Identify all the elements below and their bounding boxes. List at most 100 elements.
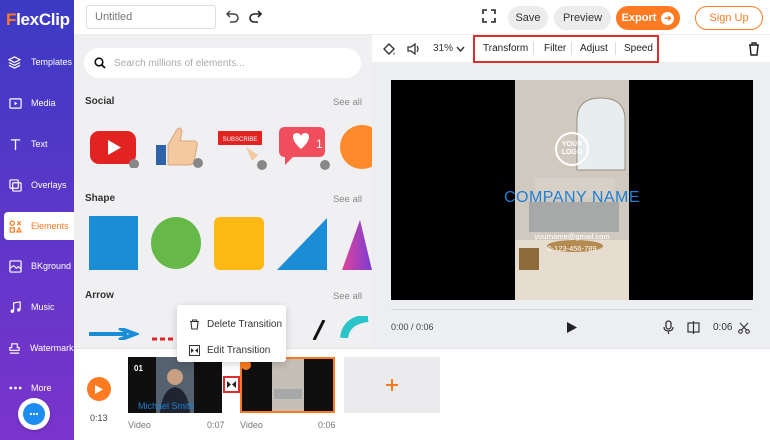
save-label: Save <box>515 12 541 24</box>
subscribe-text: SUBSCRIBE <box>223 137 258 143</box>
timeline-play-button[interactable] <box>87 377 111 401</box>
clip-2-duration: 0:06 <box>318 420 336 430</box>
sidebar-item-media[interactable]: Media <box>4 89 72 117</box>
split-icon[interactable] <box>687 321 700 337</box>
elements-icon <box>8 219 22 233</box>
filter-button[interactable]: Filter <box>544 43 566 54</box>
timeline-clip-1[interactable]: 01 Michael Smith <box>128 357 222 413</box>
background-icon <box>8 259 22 273</box>
volume-icon[interactable] <box>407 42 422 59</box>
preview-stage: YOUR LOGO COMPANY NAME yourname@gmail.co… <box>372 63 770 348</box>
sidebar-item-bkground[interactable]: BKground <box>4 252 72 280</box>
preview-label: Preview <box>562 12 603 24</box>
company-name-text[interactable]: COMPANY NAME <box>500 189 644 207</box>
top-bar: Save Preview Export ➜ Sign Up <box>74 0 770 35</box>
preview-button[interactable]: Preview <box>554 6 611 30</box>
scissors-icon[interactable] <box>738 322 750 337</box>
video-canvas[interactable]: YOUR LOGO COMPANY NAME yourname@gmail.co… <box>391 80 753 300</box>
elements-search-input[interactable]: Search millions of elements... <box>84 48 361 78</box>
fullscreen-icon[interactable] <box>482 9 496 23</box>
square-shape[interactable] <box>89 216 138 270</box>
player-controls: 0:00 / 0:06 0:06 <box>391 318 753 338</box>
music-icon <box>8 300 22 314</box>
sidebar-item-elements[interactable]: Elements <box>4 212 74 240</box>
fill-color-icon[interactable] <box>382 42 396 59</box>
play-icon <box>95 384 103 394</box>
undo-icon[interactable] <box>224 8 240 24</box>
sidebar-item-label: Watermark <box>30 343 74 353</box>
export-button[interactable]: Export ➜ <box>616 6 680 30</box>
play-icon[interactable] <box>566 321 578 337</box>
subscribe-element[interactable]: SUBSCRIBE <box>216 123 274 171</box>
triangle-shape[interactable] <box>277 218 327 270</box>
timeline-clip-2[interactable] <box>240 357 335 413</box>
arrow-right-icon: ➜ <box>661 11 675 25</box>
chevron-down-icon[interactable] <box>456 44 465 56</box>
flexclip-logo[interactable]: FlexClip <box>6 10 70 30</box>
clip-1-label: Video <box>128 420 151 430</box>
youtube-element[interactable] <box>89 128 139 169</box>
time-display: 0:00 / 0:06 <box>391 322 434 332</box>
add-clip-button[interactable] <box>344 357 440 413</box>
layers-icon <box>8 55 22 69</box>
save-button[interactable]: Save <box>508 6 548 30</box>
notification-heart-element[interactable]: 1 <box>277 125 332 171</box>
opacity-value[interactable]: 31% <box>433 43 453 54</box>
your-logo-badge[interactable]: YOUR LOGO <box>555 132 589 166</box>
logo-line-2: LOGO <box>561 149 583 156</box>
adjust-button[interactable]: Adjust <box>580 43 608 54</box>
clip-badge: 01 <box>134 364 143 373</box>
signup-button[interactable]: Sign Up <box>695 6 763 30</box>
project-title-input[interactable] <box>86 5 216 29</box>
microphone-icon[interactable] <box>663 320 674 338</box>
speed-button[interactable]: Speed <box>624 43 653 54</box>
email-text[interactable]: yourname@gmail.com <box>515 232 629 241</box>
divider <box>615 42 616 55</box>
divider <box>533 42 534 55</box>
rounded-square-shape[interactable] <box>214 217 264 270</box>
sidebar-item-label: Text <box>31 139 48 149</box>
dashed-arrow-element[interactable] <box>152 333 176 341</box>
edit-transition-item[interactable]: Edit Transition <box>189 342 270 358</box>
transform-button[interactable]: Transform <box>483 43 528 54</box>
gradient-triangle-shape[interactable] <box>340 220 372 270</box>
clip-caption: Michael Smith <box>138 401 195 411</box>
notification-count: 1 <box>316 137 323 151</box>
orange-circle-element[interactable] <box>340 125 372 169</box>
logo-line-1: YOUR <box>561 141 583 148</box>
see-all-shape-link[interactable]: See all <box>333 194 362 205</box>
see-all-arrow-link[interactable]: See all <box>333 291 362 302</box>
trash-icon[interactable] <box>748 42 760 59</box>
blue-arrow-element[interactable] <box>89 326 141 342</box>
circle-shape[interactable] <box>151 217 201 269</box>
transition-button[interactable] <box>223 376 240 393</box>
chat-button[interactable] <box>18 398 50 430</box>
sidebar-item-label: Overlays <box>31 180 67 190</box>
section-title-shape: Shape <box>85 193 116 204</box>
thumbs-up-element[interactable] <box>154 123 204 169</box>
progress-track[interactable] <box>391 309 753 310</box>
sidebar-item-label: Elements <box>31 221 69 231</box>
clip-1-duration: 0:07 <box>207 420 225 430</box>
edit-transition-label: Edit Transition <box>207 344 271 356</box>
phone-text[interactable]: 0-123-456-789 <box>515 244 629 253</box>
redo-icon[interactable] <box>248 8 264 24</box>
sidebar: FlexClip Templates Media Text Overlays E… <box>0 0 74 440</box>
export-label: Export <box>621 12 657 24</box>
see-all-social-link[interactable]: See all <box>333 97 362 108</box>
teal-arrow-element[interactable] <box>340 314 372 339</box>
curved-arrow-element[interactable] <box>312 319 326 341</box>
sidebar-item-templates[interactable]: Templates <box>4 48 72 76</box>
section-title-social: Social <box>85 96 115 107</box>
search-placeholder: Search millions of elements... <box>114 57 245 69</box>
sidebar-item-label: Templates <box>30 57 72 67</box>
sidebar-item-music[interactable]: Music <box>4 293 72 321</box>
clip-2-label: Video <box>240 420 263 430</box>
sidebar-item-label: Music <box>31 302 55 312</box>
sidebar-item-watermark[interactable]: Watermark <box>4 334 74 362</box>
section-title-arrow: Arrow <box>85 290 114 301</box>
delete-transition-item[interactable]: Delete Transition <box>189 316 282 332</box>
clip-toolbar: 31% Transform Filter Adjust Speed <box>372 35 770 63</box>
sidebar-item-text[interactable]: Text <box>4 130 72 158</box>
sidebar-item-overlays[interactable]: Overlays <box>4 171 72 199</box>
